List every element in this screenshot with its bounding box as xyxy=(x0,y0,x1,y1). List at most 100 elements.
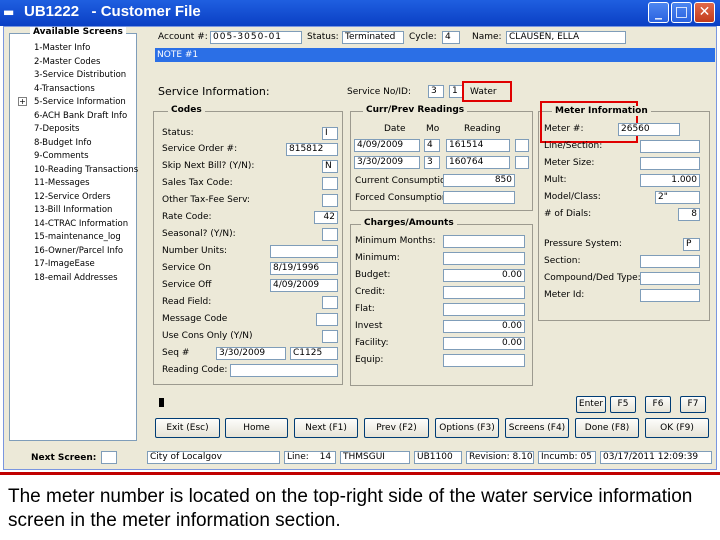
tree-item[interactable]: 14-CTRAC Information xyxy=(14,218,134,232)
action-button[interactable]: Screens (F4) xyxy=(505,418,569,438)
tree-item-label: 4-Transactions xyxy=(34,83,95,94)
action-button[interactable]: Next (F1) xyxy=(294,418,358,438)
readings-col-date: Date xyxy=(384,124,406,134)
codes-label: Use Cons Only (Y/N) xyxy=(162,331,253,341)
meter-field[interactable] xyxy=(640,289,700,302)
charges-field[interactable] xyxy=(443,252,525,265)
text-cursor xyxy=(159,398,164,407)
tree-item[interactable]: 1-Master Info xyxy=(14,42,134,56)
forced-consumption-field[interactable] xyxy=(443,191,515,204)
function-key-button[interactable]: F7 xyxy=(680,396,706,413)
codes-field[interactable]: 8/19/1996 xyxy=(270,262,338,275)
tree-item[interactable]: 7-Deposits xyxy=(14,123,134,137)
minimize-button[interactable]: _ xyxy=(648,2,669,23)
charges-field[interactable]: 0.00 xyxy=(443,269,525,282)
codes-field[interactable] xyxy=(322,296,338,309)
tree-item[interactable]: 8-Budget Info xyxy=(14,137,134,151)
meter-field[interactable] xyxy=(640,157,700,170)
function-key-button[interactable]: F6 xyxy=(645,396,671,413)
action-button[interactable]: Home xyxy=(225,418,288,438)
charges-field[interactable] xyxy=(443,286,525,299)
reading-flag-field[interactable] xyxy=(515,139,529,152)
current-consumption-field[interactable]: 850 xyxy=(443,174,515,187)
charges-label: Facility: xyxy=(355,338,389,348)
reading-date-field[interactable]: 4/09/2009 xyxy=(354,139,420,152)
codes-field[interactable] xyxy=(322,194,338,207)
reading-month-field[interactable]: 4 xyxy=(424,139,440,152)
close-button[interactable]: ✕ xyxy=(694,2,715,23)
codes-field[interactable]: N xyxy=(322,160,338,173)
reading-month-field[interactable]: 3 xyxy=(424,156,440,169)
tree-item[interactable]: 10-Reading Transactions xyxy=(14,164,138,178)
codes-field-secondary[interactable]: C1125 xyxy=(290,347,338,360)
service-name: Water xyxy=(470,87,497,97)
app-menu-icon[interactable]: ▬ xyxy=(3,6,17,18)
meter-field[interactable]: P xyxy=(683,238,700,251)
meter-field[interactable]: 2" xyxy=(655,191,700,204)
codes-field[interactable]: 4/09/2009 xyxy=(270,279,338,292)
account-number-field[interactable]: 005-3050-01 xyxy=(210,31,302,44)
available-screens-tree[interactable]: Available Screens 1-Master Info 2-Master … xyxy=(9,27,138,441)
charges-field[interactable] xyxy=(443,235,525,248)
codes-field[interactable] xyxy=(230,364,338,377)
function-key-button[interactable]: F5 xyxy=(610,396,636,413)
maximize-button[interactable]: □ xyxy=(671,2,692,23)
service-no-field[interactable]: 3 xyxy=(428,85,444,98)
meter-label: Model/Class: xyxy=(544,192,601,202)
codes-field[interactable] xyxy=(316,313,338,326)
tree-item[interactable]: 9-Comments xyxy=(14,150,134,164)
tree-item[interactable]: 3-Service Distribution xyxy=(14,69,134,83)
charges-field[interactable]: 0.00 xyxy=(443,320,525,333)
reading-flag-field[interactable] xyxy=(515,156,529,169)
tree-item[interactable]: 17-ImageEase xyxy=(14,258,134,272)
tree-item[interactable]: 4-Transactions xyxy=(14,83,134,97)
meter-field[interactable] xyxy=(640,255,700,268)
current-consumption-label: Current Consumption: xyxy=(355,176,455,186)
charges-label: Minimum: xyxy=(355,253,400,263)
tree-item[interactable]: 2-Master Codes xyxy=(14,56,134,70)
charges-field[interactable] xyxy=(443,354,525,367)
meter-field[interactable]: 1.000 xyxy=(640,174,700,187)
function-key-button[interactable]: Enter xyxy=(576,396,606,413)
tree-item[interactable]: 11-Messages xyxy=(14,177,134,191)
tree-item[interactable]: 13-Bill Information xyxy=(14,204,134,218)
name-field[interactable]: CLAUSEN, ELLA xyxy=(506,31,626,44)
service-id-field[interactable]: 1 xyxy=(449,85,463,98)
codes-field[interactable] xyxy=(322,228,338,241)
tree-item-label: 12-Service Orders xyxy=(34,191,111,202)
tree-item[interactable]: 16-Owner/Parcel Info xyxy=(14,245,134,259)
charges-field[interactable]: 0.00 xyxy=(443,337,525,350)
reading-date-field[interactable]: 3/30/2009 xyxy=(354,156,420,169)
status-field[interactable]: Terminated xyxy=(342,31,404,44)
action-button[interactable]: OK (F9) xyxy=(645,418,709,438)
tree-item[interactable]: 18-email Addresses xyxy=(14,272,134,286)
tree-item[interactable]: +5-Service Information xyxy=(14,96,134,110)
codes-field[interactable]: 42 xyxy=(314,211,338,224)
codes-field[interactable] xyxy=(322,177,338,190)
action-button[interactable]: Options (F3) xyxy=(435,418,499,438)
reading-value-field[interactable]: 160764 xyxy=(446,156,510,169)
meter-field[interactable] xyxy=(640,272,700,285)
reading-value-field[interactable]: 161514 xyxy=(446,139,510,152)
expand-icon[interactable]: + xyxy=(18,97,27,106)
charges-field[interactable] xyxy=(443,303,525,316)
meter-number-field[interactable]: 26560 xyxy=(618,123,680,136)
codes-label: Status: xyxy=(162,128,194,138)
next-screen-field[interactable] xyxy=(101,451,117,464)
meter-label: # of Dials: xyxy=(544,209,592,219)
action-button[interactable]: Done (F8) xyxy=(575,418,639,438)
action-button[interactable]: Prev (F2) xyxy=(364,418,429,438)
tree-item[interactable]: 6-ACH Bank Draft Info xyxy=(14,110,134,124)
action-button[interactable]: Exit (Esc) xyxy=(155,418,220,438)
meter-field[interactable]: 8 xyxy=(678,208,700,221)
meter-label: Section: xyxy=(544,256,581,266)
meter-field[interactable] xyxy=(640,140,700,153)
codes-field[interactable]: I xyxy=(322,127,338,140)
tree-item[interactable]: 12-Service Orders xyxy=(14,191,134,205)
codes-field[interactable] xyxy=(322,330,338,343)
codes-field[interactable]: 3/30/2009 xyxy=(216,347,286,360)
cycle-field[interactable]: 4 xyxy=(442,31,460,44)
codes-field[interactable] xyxy=(270,245,338,258)
tree-item[interactable]: 15-maintenance_log xyxy=(14,231,134,245)
codes-field[interactable]: 815812 xyxy=(286,143,338,156)
